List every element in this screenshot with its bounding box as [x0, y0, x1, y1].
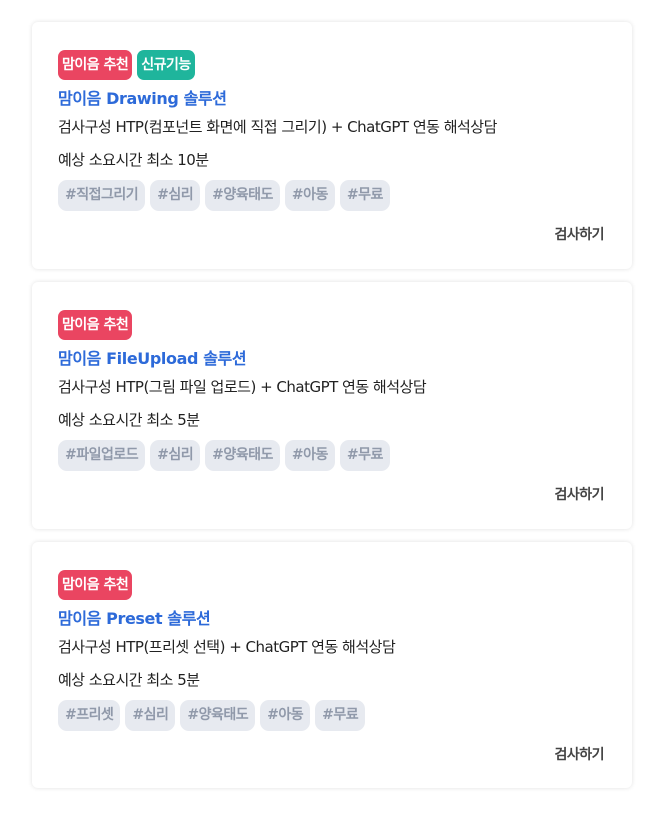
tag: #무료	[339, 180, 390, 211]
tag: #파일업로드	[58, 440, 146, 471]
recommend-badge: 맘이음 추천	[58, 50, 133, 80]
card-title: 맘이음 Preset 솔루션	[58, 609, 211, 628]
tag-list: #직접그리기 #심리 #양육태도 #아동 #무료	[58, 180, 390, 211]
tag: #심리	[150, 440, 201, 471]
solution-card-preset[interactable]: 맘이음 추천 맘이음 Preset 솔루션 검사구성 HTP(프리셋 선택) +…	[32, 542, 632, 788]
solution-card-drawing[interactable]: 맘이음 추천 신규기능 맘이음 Drawing 솔루션 검사구성 HTP(컴포넌…	[32, 22, 632, 269]
badge-group: 맘이음 추천 신규기능	[58, 50, 195, 80]
card-time-estimate: 예상 소요시간 최소 10분	[58, 151, 209, 169]
tag: #양육태도	[205, 440, 280, 471]
card-time-estimate: 예상 소요시간 최소 5분	[58, 411, 200, 429]
tag: #프리셋	[58, 700, 121, 731]
tag: #직접그리기	[58, 180, 146, 211]
recommend-badge: 맘이음 추천	[58, 310, 133, 340]
tag: #양육태도	[180, 700, 256, 731]
tag: #심리	[125, 700, 176, 731]
tag-list: #프리셋 #심리 #양육태도 #아동 #무료	[58, 700, 366, 731]
start-test-button[interactable]: 검사하기	[554, 224, 604, 244]
recommend-badge: 맘이음 추천	[58, 570, 133, 600]
badge-group: 맘이음 추천	[58, 310, 133, 340]
card-description: 검사구성 HTP(컴포넌트 화면에 직접 그리기) + ChatGPT 연동 해…	[58, 118, 497, 136]
tag: #무료	[315, 700, 366, 731]
tag-list: #파일업로드 #심리 #양육태도 #아동 #무료	[58, 440, 390, 471]
tag: #아동	[260, 700, 311, 731]
card-title: 맘이음 Drawing 솔루션	[58, 89, 227, 108]
card-description: 검사구성 HTP(그림 파일 업로드) + ChatGPT 연동 해석상담	[58, 378, 427, 396]
start-test-button[interactable]: 검사하기	[554, 484, 604, 504]
tag: #심리	[150, 180, 201, 211]
tag: #무료	[339, 440, 390, 471]
new-feature-badge: 신규기능	[137, 50, 195, 80]
start-test-button[interactable]: 검사하기	[554, 744, 604, 764]
card-time-estimate: 예상 소요시간 최소 5분	[58, 671, 200, 689]
badge-group: 맘이음 추천	[58, 570, 133, 600]
card-description: 검사구성 HTP(프리셋 선택) + ChatGPT 연동 해석상담	[58, 638, 396, 656]
tag: #아동	[284, 440, 335, 471]
tag: #양육태도	[205, 180, 280, 211]
card-title: 맘이음 FileUpload 솔루션	[58, 349, 247, 368]
solution-card-fileupload[interactable]: 맘이음 추천 맘이음 FileUpload 솔루션 검사구성 HTP(그림 파일…	[32, 282, 632, 529]
tag: #아동	[284, 180, 335, 211]
